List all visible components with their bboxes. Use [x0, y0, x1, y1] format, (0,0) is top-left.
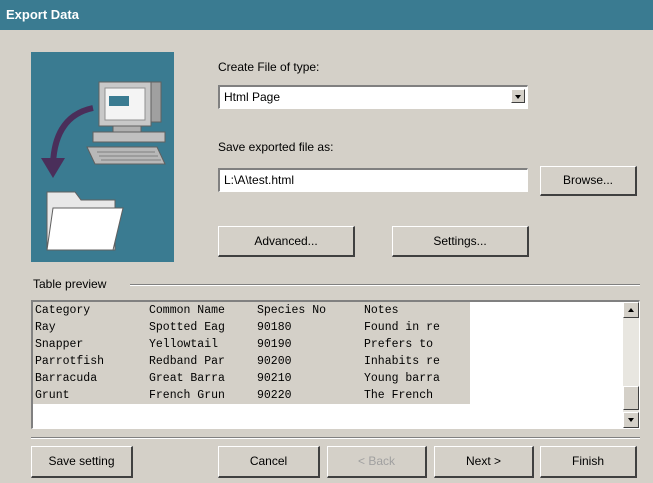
- save-setting-button[interactable]: Save setting: [31, 446, 133, 478]
- settings-button[interactable]: Settings...: [392, 226, 529, 257]
- table-cell: 90180: [257, 321, 292, 334]
- column-header: Species No: [257, 304, 327, 317]
- computer-export-icon: [31, 52, 174, 262]
- save-file-label: Save exported file as:: [218, 140, 334, 154]
- table-cell: Ray: [35, 321, 56, 334]
- browse-button[interactable]: Browse...: [540, 166, 637, 196]
- table-cell: Grunt: [35, 389, 70, 402]
- table-row: Ray Spotted Eag 90180 Found in re: [33, 319, 470, 336]
- table-cell: Young barra: [364, 372, 440, 385]
- table-cell: Great Barra: [149, 372, 225, 385]
- window-title: Export Data: [6, 7, 79, 22]
- scroll-down-icon[interactable]: [623, 412, 639, 428]
- finish-button[interactable]: Finish: [540, 446, 637, 478]
- cancel-button[interactable]: Cancel: [218, 446, 320, 478]
- preview-divider: [130, 284, 640, 286]
- preview-grid: Category Common Name Species No Notes Ra…: [33, 302, 470, 404]
- table-row: Barracuda Great Barra 90210 Young barra: [33, 370, 470, 387]
- table-cell: Parrotfish: [35, 355, 105, 368]
- scroll-thumb[interactable]: [623, 386, 639, 410]
- table-row: Snapper Yellowtail 90190 Prefers to: [33, 336, 470, 353]
- table-cell: Yellowtail: [149, 338, 219, 351]
- table-preview[interactable]: Category Common Name Species No Notes Ra…: [31, 300, 640, 429]
- file-type-select[interactable]: Html Page: [218, 85, 528, 109]
- table-cell: 90210: [257, 372, 292, 385]
- title-bar[interactable]: Export Data: [0, 0, 653, 30]
- table-cell: Found in re: [364, 321, 440, 334]
- advanced-button[interactable]: Advanced...: [218, 226, 355, 257]
- column-header: Common Name: [149, 304, 225, 317]
- table-cell: Prefers to: [364, 338, 434, 351]
- save-path-input[interactable]: L:\A\test.html: [218, 168, 528, 192]
- table-cell: Inhabits re: [364, 355, 440, 368]
- column-header: Category: [35, 304, 91, 317]
- file-type-value: Html Page: [224, 90, 281, 104]
- table-cell: Barracuda: [35, 372, 98, 385]
- table-row: Grunt French Grun 90220 The French: [33, 387, 470, 404]
- column-header: Notes: [364, 304, 399, 317]
- table-cell: 90190: [257, 338, 292, 351]
- table-cell: Redband Par: [149, 355, 225, 368]
- scroll-up-icon[interactable]: [623, 302, 639, 318]
- preview-header-row: Category Common Name Species No Notes: [33, 302, 470, 319]
- table-cell: 90200: [257, 355, 292, 368]
- vertical-scrollbar[interactable]: [623, 302, 639, 428]
- create-file-type-label: Create File of type:: [218, 60, 320, 74]
- computer-export-illustration: [41, 81, 166, 251]
- table-cell: 90220: [257, 389, 292, 402]
- table-cell: Spotted Eag: [149, 321, 225, 334]
- table-preview-label: Table preview: [33, 277, 107, 291]
- footer-divider: [31, 437, 640, 439]
- table-row: Parrotfish Redband Par 90200 Inhabits re: [33, 353, 470, 370]
- table-cell: French Grun: [149, 389, 225, 402]
- back-button[interactable]: < Back: [327, 446, 427, 478]
- chevron-down-icon[interactable]: [511, 89, 525, 103]
- next-button[interactable]: Next >: [434, 446, 534, 478]
- table-cell: Snapper: [35, 338, 84, 351]
- table-cell: The French: [364, 389, 434, 402]
